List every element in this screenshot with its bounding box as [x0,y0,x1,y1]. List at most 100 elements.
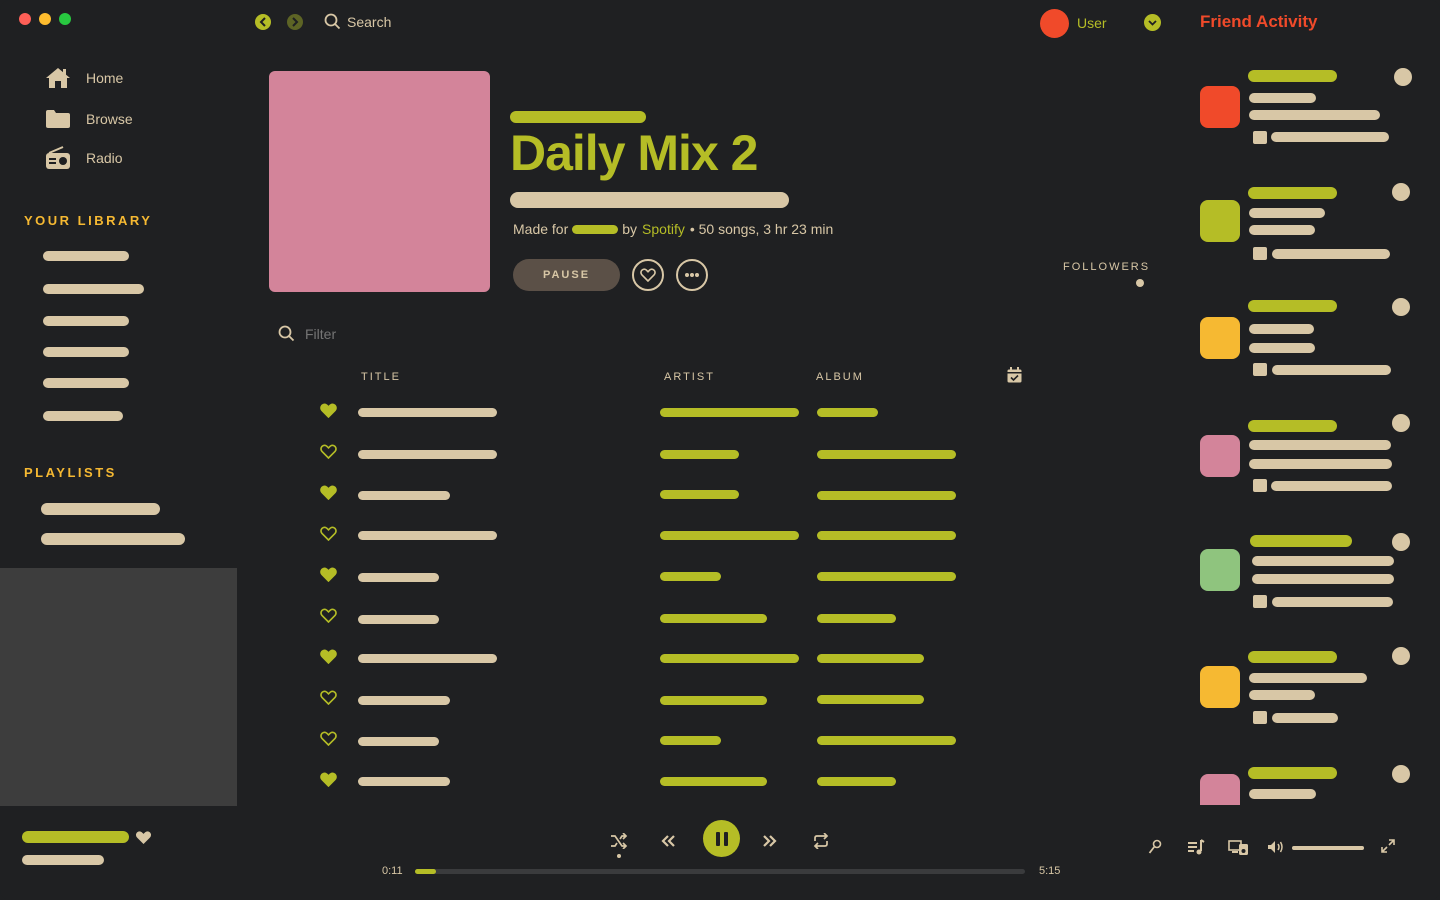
now-playing-cover-art[interactable] [0,568,237,806]
track-artist[interactable] [660,572,721,581]
table-row[interactable] [300,686,1030,714]
window-zoom-button[interactable] [59,13,71,25]
heart-icon[interactable] [320,772,337,787]
friend-track[interactable] [1249,93,1316,103]
track-artist[interactable] [660,614,767,623]
friend-avatar[interactable] [1200,317,1240,359]
track-artist[interactable] [660,696,767,705]
track-album[interactable] [817,408,878,417]
friend-track[interactable] [1249,324,1314,334]
filter-input[interactable] [305,325,485,342]
library-item[interactable] [43,316,129,326]
repeat-button[interactable] [811,831,831,851]
heart-icon[interactable] [320,403,337,418]
friend-context[interactable] [1272,249,1390,259]
previous-button[interactable] [658,831,678,851]
library-item[interactable] [43,378,129,388]
table-row[interactable] [300,645,1030,673]
friend-name[interactable] [1248,187,1337,199]
save-heart-button[interactable] [632,259,664,291]
friend-context[interactable] [1272,365,1391,375]
now-playing-title[interactable] [22,831,129,843]
playlist-item[interactable] [41,533,185,545]
heart-icon[interactable] [320,526,337,541]
made-for-user[interactable] [572,224,619,234]
library-item[interactable] [43,251,129,261]
sidebar-item-radio[interactable]: Radio [44,146,123,170]
table-row[interactable] [300,727,1030,755]
track-album[interactable] [817,695,924,704]
friend-track[interactable] [1249,440,1391,450]
track-artist[interactable] [660,490,739,499]
friend-context[interactable] [1272,597,1393,607]
volume-slider[interactable] [1292,846,1364,850]
table-row[interactable] [300,440,1030,468]
heart-icon[interactable] [320,731,337,746]
library-item[interactable] [43,347,129,357]
like-now-playing-button[interactable] [135,830,152,845]
track-artist[interactable] [660,450,739,459]
user-menu-button[interactable] [1144,14,1161,31]
friend-context[interactable] [1272,713,1338,723]
track-album[interactable] [817,736,956,745]
friend-artist[interactable] [1249,343,1315,353]
table-row[interactable] [300,481,1030,509]
table-row[interactable] [300,398,1030,426]
friend-artist[interactable] [1249,225,1315,235]
column-header-album[interactable]: ALBUM [816,371,864,383]
friend-avatar[interactable] [1200,435,1240,477]
track-album[interactable] [817,777,896,786]
table-row[interactable] [300,768,1030,796]
next-button[interactable] [760,831,780,851]
window-minimize-button[interactable] [39,13,51,25]
track-album[interactable] [817,531,956,540]
window-close-button[interactable] [19,13,31,25]
track-album[interactable] [817,491,956,500]
track-artist[interactable] [660,408,799,417]
table-row[interactable] [300,604,1030,632]
lyrics-button[interactable] [1146,838,1164,856]
friend-avatar[interactable] [1200,774,1240,805]
back-button[interactable] [255,14,271,30]
friend-avatar[interactable] [1200,86,1240,128]
user-name[interactable]: User [1077,15,1107,31]
search-box[interactable]: Search [324,13,391,30]
shuffle-button[interactable] [609,831,629,851]
column-header-artist[interactable]: ARTIST [664,371,715,383]
heart-icon[interactable] [320,690,337,705]
track-artist[interactable] [660,736,721,745]
track-album[interactable] [817,654,924,663]
friend-name[interactable] [1248,70,1337,82]
friend-artist[interactable] [1249,459,1392,469]
track-artist[interactable] [660,777,767,786]
friend-name[interactable] [1248,767,1337,779]
friend-track[interactable] [1252,556,1394,566]
table-row[interactable] [300,522,1030,550]
friend-name[interactable] [1248,651,1337,663]
friend-context[interactable] [1271,132,1389,142]
column-header-title[interactable]: TITLE [361,371,401,383]
filter-box[interactable] [278,325,485,342]
friend-avatar[interactable] [1200,200,1240,242]
friend-artist[interactable] [1249,110,1380,120]
column-header-date-added[interactable] [1007,367,1022,383]
table-row[interactable] [300,563,1030,591]
friend-artist[interactable] [1252,574,1394,584]
owner-link[interactable]: Spotify [642,221,685,237]
more-options-button[interactable] [676,259,708,291]
heart-icon[interactable] [320,485,337,500]
track-artist[interactable] [660,531,799,540]
playlist-item[interactable] [41,503,160,515]
friend-avatar[interactable] [1200,549,1240,591]
heart-icon[interactable] [320,649,337,664]
friend-name[interactable] [1248,420,1337,432]
connect-device-button[interactable] [1227,838,1249,856]
pause-button[interactable]: PAUSE [513,259,620,291]
heart-icon[interactable] [320,444,337,459]
now-playing-artist[interactable] [22,855,104,865]
play-pause-button[interactable] [703,820,740,857]
friend-track[interactable] [1249,789,1316,799]
friend-name[interactable] [1248,300,1337,312]
fullscreen-button[interactable] [1380,838,1396,854]
friend-artist[interactable] [1249,690,1315,700]
